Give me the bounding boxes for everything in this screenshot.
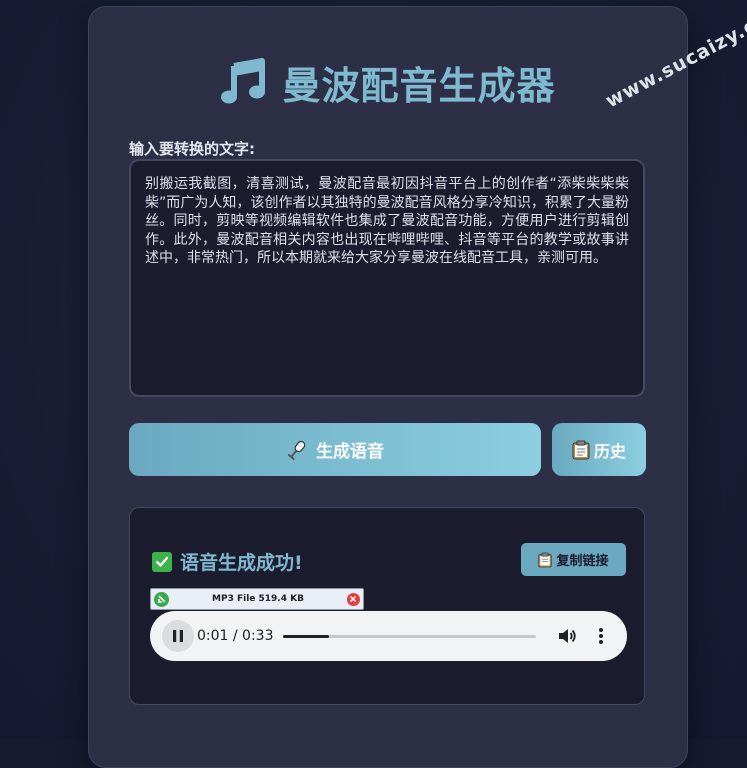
app-header: 曼波配音生成器	[89, 53, 687, 111]
progress-slider[interactable]	[283, 635, 536, 638]
volume-icon[interactable]	[557, 626, 577, 646]
download-file-label: MP3 File 519.4 KB	[212, 594, 304, 604]
app-title: 曼波配音生成器	[282, 55, 555, 110]
generate-speech-button[interactable]: 生成语音	[129, 423, 541, 476]
success-message: 语音生成成功!	[180, 548, 303, 575]
clipboard-icon	[538, 552, 552, 568]
music-note-icon	[220, 58, 268, 106]
copy-link-button[interactable]: 复制链接	[521, 543, 626, 576]
microphone-icon	[286, 439, 308, 461]
history-button-label: 历史	[594, 438, 626, 462]
playback-time: 0:01 / 0:33	[197, 611, 274, 661]
generate-button-label: 生成语音	[316, 437, 384, 462]
download-icon[interactable]	[154, 592, 169, 607]
clipboard-icon	[572, 440, 590, 460]
pause-icon	[172, 629, 184, 643]
progress-fill	[283, 635, 329, 638]
checkmark-icon	[152, 552, 172, 572]
download-overlay[interactable]: MP3 File 519.4 KB	[150, 588, 364, 610]
more-options-icon[interactable]	[591, 626, 611, 646]
copy-link-label: 复制链接	[556, 550, 608, 569]
text-input-label: 输入要转换的文字:	[129, 138, 255, 159]
history-button[interactable]: 历史	[552, 423, 646, 476]
audio-player: 0:01 / 0:33	[150, 611, 627, 661]
success-status: 语音生成成功!	[152, 548, 303, 575]
close-icon[interactable]	[347, 593, 360, 606]
text-input[interactable]: 别搬运我截图，清喜测试，曼波配音最初因抖音平台上的创作者“添柴柴柴柴柴”而广为人…	[129, 159, 645, 397]
generator-card: 曼波配音生成器 www.sucaizy.com 输入要转换的文字: 别搬运我截图…	[88, 6, 688, 768]
pause-button[interactable]	[162, 620, 194, 652]
result-panel: 语音生成成功! 复制链接 MP3 File 519.4 KB	[129, 507, 645, 705]
